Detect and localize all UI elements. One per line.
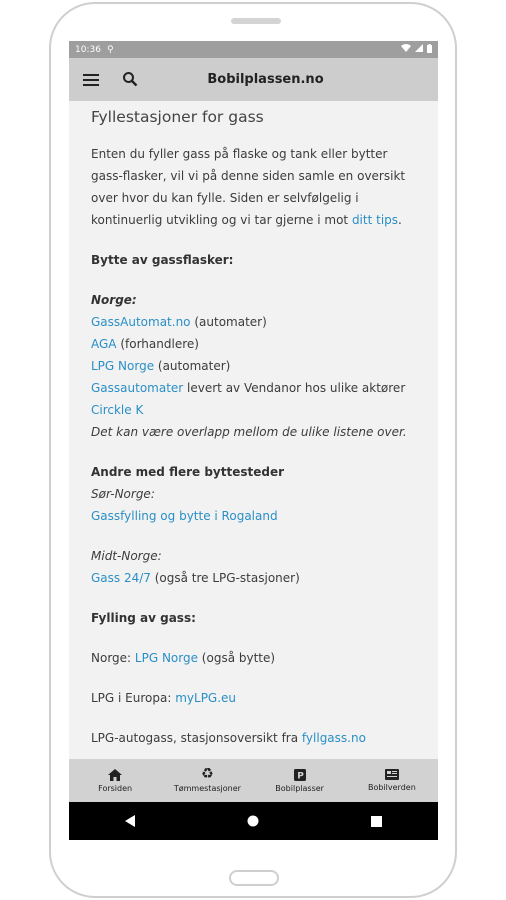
nav-bobilplasser[interactable]: P Bobilplasser — [260, 768, 340, 793]
home-circle-icon[interactable] — [247, 812, 259, 831]
tips-link[interactable]: ditt tips — [352, 213, 398, 227]
battery-icon — [427, 43, 432, 56]
hardware-home-button[interactable] — [229, 870, 279, 886]
list-item-text: levert av Vendanor hos ulike aktører — [183, 381, 406, 395]
fill-auto-prefix: LPG-autogass, stasjonsoversikt fra — [91, 731, 302, 745]
section-others-heading: Andre med flere byttesteder — [91, 465, 285, 479]
nav-label: Bobilverden — [367, 783, 416, 792]
recents-icon[interactable] — [371, 812, 382, 831]
news-icon — [384, 769, 399, 780]
list-item: LPG Norge (automater) — [91, 355, 416, 377]
intro-paragraph: Enten du fyller gass på flaske og tank e… — [91, 143, 416, 231]
speaker-grille — [231, 18, 281, 24]
nav-label: Tømmestasjoner — [173, 784, 241, 793]
norge-label: Norge: — [91, 293, 137, 307]
aga-link[interactable]: AGA — [91, 337, 117, 351]
screen: 10:36 ⚲ Bobilplassen.no Fyllestasjoner f… — [69, 41, 438, 840]
fill-europe-prefix: LPG i Europa: — [91, 691, 176, 705]
app-title: Bobilplassen.no — [207, 72, 324, 87]
page-title: Fyllestasjoner for gass — [91, 108, 264, 126]
nav-tommestasjoner[interactable]: ♻ Tømmestasjoner — [167, 766, 247, 793]
rogaland-link[interactable]: Gassfylling og bytte i Rogaland — [91, 509, 278, 523]
svg-text:P: P — [297, 771, 304, 780]
list-item: Gass 24/7 (også tre LPG-stasjoner) — [91, 567, 416, 589]
mylpg-link[interactable]: myLPG.eu — [175, 691, 236, 705]
list-item: LPG-autogass, stasjonsoversikt fra fyllg… — [91, 727, 416, 749]
intro-end: . — [398, 213, 402, 227]
app-bar: Bobilplassen.no — [69, 58, 438, 101]
fill-norge-prefix: Norge: — [91, 651, 135, 665]
nav-label: Forsiden — [98, 783, 133, 793]
overlap-note: Det kan være overlapp mellom de ulike li… — [91, 425, 407, 439]
status-bar: 10:36 ⚲ — [69, 41, 438, 58]
parking-icon: P — [293, 768, 306, 781]
signal-icon — [415, 44, 423, 55]
list-item: AGA (forhandlere) — [91, 333, 416, 355]
list-item: Circkle K — [91, 399, 416, 421]
list-item: GassAutomat.no (automater) — [91, 311, 416, 333]
list-item-text: (automater) — [154, 359, 231, 373]
section-swap-heading: Bytte av gassflasker: — [91, 253, 234, 267]
lpg-norge-link[interactable]: LPG Norge — [91, 359, 154, 373]
system-navigation-bar — [69, 802, 438, 840]
usb-icon: ⚲ — [106, 44, 114, 55]
fill-lpg-norge-link[interactable]: LPG Norge — [135, 651, 198, 665]
back-icon[interactable] — [125, 812, 135, 831]
fyllgass-link[interactable]: fyllgass.no — [302, 731, 366, 745]
list-item: Gassautomater levert av Vendanor hos uli… — [91, 377, 416, 399]
status-time: 10:36 — [75, 44, 101, 55]
bottom-navigation: Forsiden ♻ Tømmestasjoner P Bobilplasser… — [69, 759, 438, 802]
gass247-link[interactable]: Gass 24/7 — [91, 571, 151, 585]
nav-forsiden[interactable]: Forsiden — [75, 768, 155, 793]
list-item: Gassfylling og bytte i Rogaland — [91, 505, 416, 527]
gassautomater-link[interactable]: Gassautomater — [91, 381, 183, 395]
list-item-text: (forhandlere) — [116, 337, 199, 351]
circkle-k-link[interactable]: Circkle K — [91, 403, 143, 417]
section-fill-heading: Fylling av gass: — [91, 611, 196, 625]
nav-bobilverden[interactable]: Bobilverden — [352, 769, 432, 792]
region-mid-label: Midt-Norge: — [91, 549, 162, 563]
page-content: Fyllestasjoner for gass Enten du fyller … — [69, 101, 438, 749]
list-item-text: (også tre LPG-stasjoner) — [150, 571, 300, 585]
wifi-icon — [401, 44, 411, 55]
list-item: Norge: LPG Norge (også bytte) — [91, 647, 416, 669]
nav-label: Bobilplasser — [275, 783, 324, 793]
list-item-text: (automater) — [190, 315, 267, 329]
list-item-text: (også bytte) — [197, 651, 276, 665]
recycle-icon: ♻ — [201, 766, 214, 782]
region-south-label: Sør-Norge: — [91, 487, 155, 501]
list-item: LPG i Europa: myLPG.eu — [91, 687, 416, 709]
gassautomat-link[interactable]: GassAutomat.no — [91, 315, 191, 329]
home-icon — [108, 768, 123, 781]
